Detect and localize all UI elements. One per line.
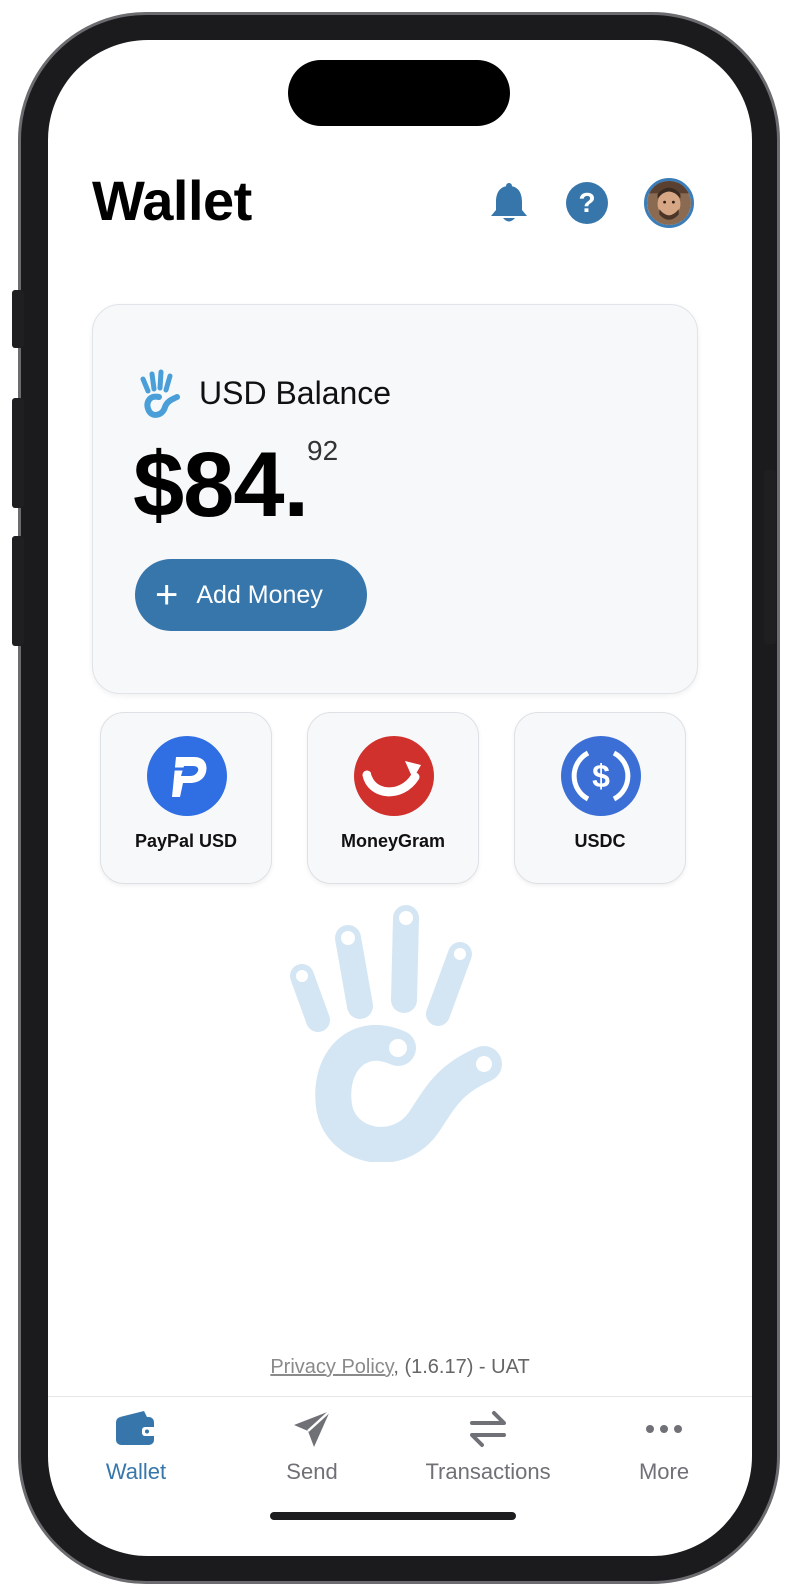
footer: Privacy Policy, (1.6.17) - UAT — [48, 1356, 752, 1379]
balance-amount: $84. — [133, 434, 309, 536]
dynamic-island — [288, 60, 510, 126]
tab-label: More — [638, 1459, 690, 1484]
notifications-bell-icon[interactable] — [486, 180, 532, 226]
add-money-label: Add Money — [196, 580, 323, 609]
transactions-icon — [470, 1411, 506, 1447]
balance-card: USD Balance $84. 92 + Add Money — [92, 304, 698, 694]
tab-label: Wallet — [105, 1459, 167, 1484]
more-icon — [646, 1425, 682, 1433]
send-icon — [294, 1410, 331, 1447]
method-tile-paypal-usd[interactable]: PayPal USD — [100, 712, 272, 884]
page-title: Wallet — [92, 169, 252, 232]
brand-hand-logo-icon — [137, 369, 183, 421]
usdc-icon: $ — [560, 735, 642, 817]
home-indicator[interactable] — [270, 1512, 516, 1520]
method-label: PayPal USD — [134, 831, 238, 851]
phone-volume-down-button — [12, 536, 24, 646]
wallet-icon — [116, 1411, 156, 1445]
phone-power-button — [764, 470, 776, 644]
add-money-button[interactable]: + Add Money — [135, 559, 367, 631]
paypal-usd-icon — [146, 735, 228, 817]
balance-cents: 92 — [307, 435, 339, 466]
profile-avatar[interactable] — [644, 178, 694, 228]
app-screen: Wallet ? USD Balance $84. 92 + Add Money… — [48, 40, 752, 1556]
tab-more[interactable]: More — [576, 1397, 752, 1517]
tab-label: Transactions — [425, 1459, 551, 1484]
method-tile-usdc[interactable]: $ USDC — [514, 712, 686, 884]
plus-icon: + — [155, 573, 179, 617]
phone-action-button — [12, 290, 24, 348]
svg-text:$: $ — [592, 758, 610, 794]
help-icon[interactable]: ? — [564, 180, 610, 226]
privacy-policy-link[interactable]: Privacy Policy — [270, 1356, 393, 1378]
version-text: , (1.6.17) - UAT — [393, 1356, 530, 1378]
balance-label: USD Balance — [199, 375, 392, 411]
svg-text:?: ? — [578, 187, 595, 218]
method-label: USDC — [574, 831, 626, 851]
method-label: MoneyGram — [340, 831, 446, 851]
tab-label: Send — [286, 1459, 338, 1484]
tab-transactions[interactable]: Transactions — [400, 1397, 576, 1517]
moneygram-icon — [353, 735, 435, 817]
phone-volume-up-button — [12, 398, 24, 508]
tab-send[interactable]: Send — [224, 1397, 400, 1517]
brand-hand-watermark-icon — [288, 902, 508, 1163]
bottom-tab-bar: Wallet Send Transactions More — [48, 1396, 752, 1517]
tab-wallet[interactable]: Wallet — [48, 1397, 224, 1517]
method-tile-moneygram[interactable]: MoneyGram — [307, 712, 479, 884]
